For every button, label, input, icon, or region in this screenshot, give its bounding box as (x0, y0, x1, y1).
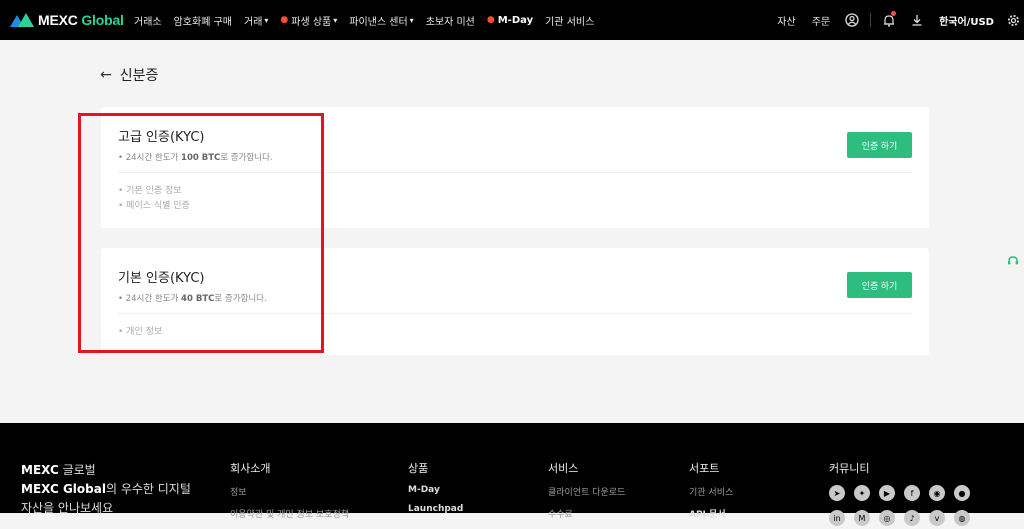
footer-link[interactable]: 수수료 (548, 507, 625, 520)
footer-link[interactable]: 기관 서비스 (689, 485, 733, 498)
mexc-logo[interactable]: MEXC Global (0, 0, 128, 40)
download-icon[interactable] (903, 0, 931, 40)
tiktok-icon[interactable]: ♪ (904, 510, 920, 526)
nav-divider (870, 13, 872, 27)
notification-dot (891, 11, 897, 16)
footer-col-support: 서포트 기관 서비스 API 문서 (689, 462, 734, 520)
linkedin-icon[interactable]: in (829, 510, 845, 526)
footer-link[interactable]: API 문서 (689, 507, 733, 520)
footer-brand: MEXC 글로벌 MEXC Global의 우수한 디지털 자산을 안나보세요 (21, 463, 191, 515)
nav-menu: 거래소 암호화폐 구매 거래 ▾ ● 파생 상품 ▾ 파이낸스 센터 ▾ 초보자 미션 … (128, 0, 600, 40)
headset-support-icon[interactable] (1004, 252, 1022, 270)
page-header: ← 신분증 (100, 65, 158, 85)
youtube-icon[interactable]: ▶ (879, 485, 895, 501)
facebook-icon[interactable]: f (904, 485, 920, 501)
footer-col-company: 회사소개 정보 이용약관 및 개인 정보 보호정책 (230, 462, 350, 520)
social-icons: ➤ ✦ ▶ f ◉ ● (829, 485, 970, 501)
footer-link[interactable]: 클라이언트 다운로드 (548, 485, 625, 498)
nav-item-derivatives[interactable]: ● 파생 상품 ▾ (274, 0, 343, 40)
mexc-logo-icon (10, 13, 34, 27)
nav-item-beginner-mission[interactable]: 초보자 미션 (420, 0, 481, 40)
footer-link[interactable]: 정보 (230, 485, 349, 498)
nav-item-exchange[interactable]: 거래소 (128, 0, 168, 40)
bell-icon[interactable] (875, 0, 903, 40)
chevron-down-icon: ▾ (333, 15, 338, 25)
nav-assets[interactable]: 자산 (769, 0, 803, 40)
medium-icon[interactable]: M (854, 510, 870, 526)
nav-orders[interactable]: 주문 (804, 0, 838, 40)
footer-link[interactable]: 이용약관 및 개인 정보 보호정책 (230, 507, 349, 520)
footer-col-products: 상품 M-Day Launchpad (408, 462, 464, 514)
instagram-icon[interactable]: ◎ (879, 510, 895, 526)
chevron-down-icon: ▾ (409, 15, 414, 25)
logo-brand-accent: Global (81, 12, 124, 28)
footer-col-community: 커뮤니티 ➤ ✦ ▶ f ◉ ● in M ◎ ♪ v ◍ (829, 460, 970, 526)
discord-icon[interactable]: ◉ (929, 485, 945, 501)
footer-col-services: 서비스 클라이언트 다운로드 수수료 (548, 462, 626, 520)
top-nav: MEXC Global 거래소 암호화폐 구매 거래 ▾ ● 파생 상품 ▾ 파이낸스… (0, 0, 1024, 40)
page-title: 신분증 (119, 68, 159, 84)
logo-brand: MEXC (38, 12, 78, 28)
telegram-icon[interactable]: ➤ (829, 485, 845, 501)
footer-link[interactable]: M-Day (408, 485, 463, 495)
fire-icon: ● (280, 15, 289, 25)
fire-icon: ● (486, 15, 495, 25)
user-icon[interactable] (838, 0, 866, 40)
gear-icon[interactable] (1002, 0, 1024, 40)
nav-item-finance-center[interactable]: 파이낸스 센터 ▾ (343, 0, 419, 40)
arrow-left-icon[interactable]: ← (100, 67, 112, 83)
reddit-icon[interactable]: ● (954, 485, 970, 501)
language-currency-selector[interactable]: 한국어/USD (931, 0, 1002, 40)
nav-item-trade[interactable]: 거래 ▾ (238, 0, 274, 40)
nav-item-buy-crypto[interactable]: 암호화폐 구매 (168, 0, 238, 40)
highlight-annotation-box (78, 113, 324, 353)
twitter-icon[interactable]: ✦ (854, 485, 870, 501)
social-icons-row2: in M ◎ ♪ v ◍ (829, 510, 970, 526)
nav-right: 자산 주문 한국어/USD (769, 0, 1024, 40)
footer: MEXC 글로벌 MEXC Global의 우수한 디지털 자산을 안나보세요 … (0, 423, 1024, 526)
verify-button[interactable]: 인증 하기 (847, 132, 912, 158)
chevron-down-icon: ▾ (264, 15, 269, 25)
line-icon[interactable]: ◍ (954, 510, 970, 526)
verify-button[interactable]: 인증 하기 (847, 272, 912, 298)
nav-item-institutional[interactable]: 기관 서비스 (539, 0, 600, 40)
nav-item-mday[interactable]: ● M-Day (481, 0, 539, 40)
vk-icon[interactable]: v (929, 510, 945, 526)
